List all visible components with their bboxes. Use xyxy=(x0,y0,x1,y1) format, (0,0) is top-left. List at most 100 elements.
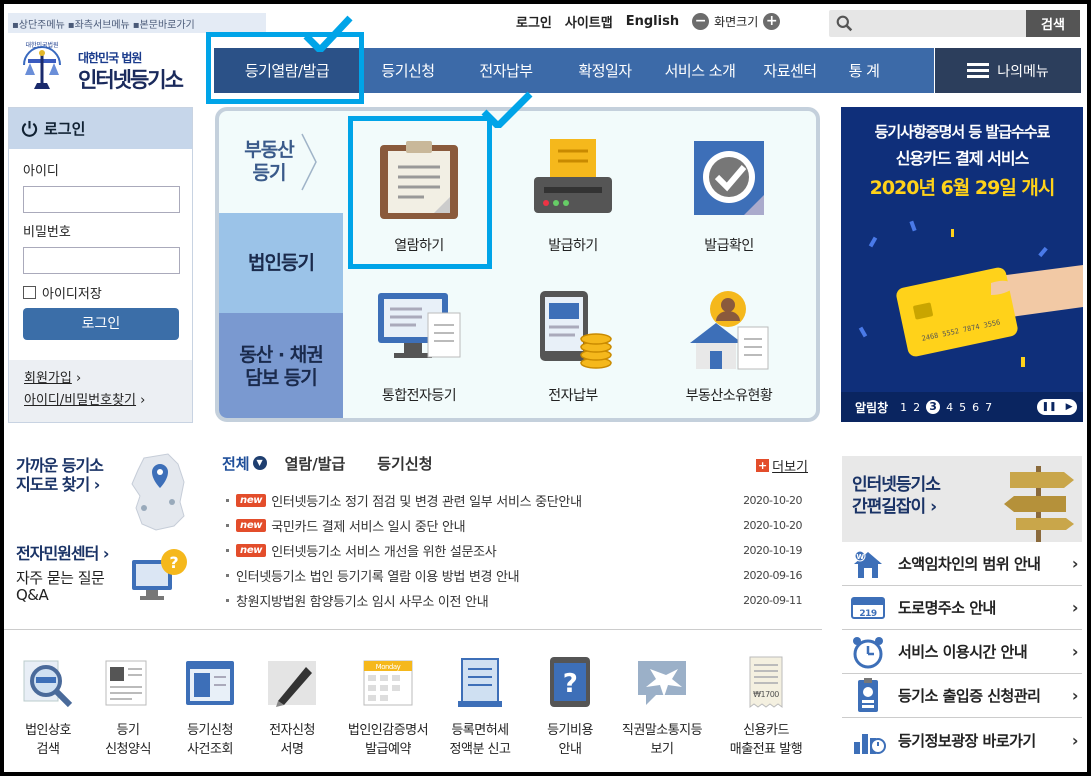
login-footer: 회원가입 › 아이디/비밀번호찾기 › xyxy=(9,360,192,422)
banner-page[interactable]: 1 xyxy=(900,401,907,414)
quick-row-small-tenant[interactable]: W 소액임차인의 범위 안내 › xyxy=(842,542,1082,586)
quick-row-registry-data-plaza[interactable]: 등기정보광장 바로가기 › xyxy=(842,718,1082,762)
road-sign-icon: 219 xyxy=(851,596,885,619)
tab-movable-collateral[interactable]: 동산 · 채권 담보 등기 xyxy=(219,313,343,418)
zoom-out-button[interactable]: − xyxy=(692,13,710,30)
quick-link-ex-officio-notice[interactable]: 직권말소통지등 보기 xyxy=(608,655,716,759)
quick-link-case-lookup[interactable]: 등기신청 사건조회 xyxy=(166,655,254,759)
tab-registration-apply[interactable]: 등기신청 xyxy=(377,453,432,474)
skip-links: ▪상단주메뉴 ▪좌측서브메뉴 ▪본문바로가기 xyxy=(8,13,266,33)
notice-item[interactable]: new 국민카드 결제 서비스 일시 중단 안내 2020-10-20 xyxy=(222,515,802,535)
skip-link-content[interactable]: ▪본문바로가기 xyxy=(133,16,195,31)
bullet-icon xyxy=(226,573,229,577)
printer-icon xyxy=(534,139,612,213)
service-integrated-e-registry[interactable]: 통합전자등기 xyxy=(359,287,479,405)
quick-link-seal-certificate-reservation[interactable]: Monday 법인인감증명서 발급예약 xyxy=(336,655,440,759)
login-button[interactable]: 로그인 xyxy=(23,308,179,340)
tab-real-estate[interactable]: 부동산 등기 xyxy=(219,111,343,213)
quick-link-corporate-name-search[interactable]: 법인상호 검색 xyxy=(4,655,92,759)
zoom-in-button[interactable]: + xyxy=(763,13,781,30)
nav-item-service-intro[interactable]: 서비스 소개 xyxy=(654,48,746,93)
banner-line3: 2020년 6월 29일 개시 xyxy=(869,177,1056,199)
nav-item-e-payment[interactable]: 전자납부 xyxy=(456,48,556,93)
banner-page[interactable]: 7 xyxy=(985,401,992,414)
skip-link-top-menu[interactable]: ▪상단주메뉴 xyxy=(12,16,65,31)
quick-row-road-address[interactable]: 219 도로명주소 안내 › xyxy=(842,586,1082,630)
banner-line2: 신용카드 결제 서비스 xyxy=(895,149,1030,168)
banner-page[interactable]: 2 xyxy=(913,401,920,414)
banner-page[interactable]: 4 xyxy=(946,401,953,414)
notice-item[interactable]: 인터넷등기소 법인 등기기록 열람 이용 방법 변경 안내 2020-09-16 xyxy=(222,565,802,585)
nav-item-resource-center[interactable]: 자료센터 xyxy=(746,48,834,93)
nearby-office-map-link[interactable]: 가까운 등기소 지도로 찾기 › xyxy=(16,456,104,494)
banner-page[interactable]: 6 xyxy=(972,401,979,414)
zoom-label: 화면크기 xyxy=(714,15,759,29)
more-link[interactable]: + 더보기 xyxy=(756,456,808,475)
browser-window-icon xyxy=(186,661,234,705)
promo-banner[interactable]: 등기사항증명서 등 발급수수료 신용카드 결제 서비스 2020년 6월 29일… xyxy=(841,107,1083,422)
new-badge: new xyxy=(236,543,267,557)
skip-link-side-menu[interactable]: ▪좌측서브메뉴 xyxy=(68,16,130,31)
service-property-ownership[interactable]: 부동산소유현황 xyxy=(669,287,789,405)
house-icon: W xyxy=(854,550,882,578)
site-logo[interactable]: 대한민국법원 대한민국 법원 인터넷등기소 xyxy=(10,37,210,99)
tab-all[interactable]: 전체 ▼ xyxy=(222,453,267,474)
tab-corporate[interactable]: 법인등기 xyxy=(219,213,343,313)
calendar-icon: Monday xyxy=(363,660,413,706)
quick-link-card-receipt[interactable]: ₩1700 신용카드 매출전표 발행 xyxy=(712,655,820,759)
hamburger-icon xyxy=(967,63,990,78)
seal-text: 대한민국법원 xyxy=(25,41,58,49)
quick-link-label: 법인상호 검색 xyxy=(25,723,71,757)
quick-link-label: 등록면허세 정액분 신고 xyxy=(449,723,511,757)
quick-row-service-hours[interactable]: 서비스 이용시간 안내 › xyxy=(842,630,1082,674)
search-button[interactable]: 검색 xyxy=(1026,10,1080,37)
sitemap-link[interactable]: 사이트맵 xyxy=(565,12,613,31)
quick-guide-box[interactable]: 인터넷등기소 간편길잡이 › xyxy=(842,456,1082,542)
banner-page-current[interactable]: 3 xyxy=(926,400,941,414)
quick-link-label: 직권말소통지등 보기 xyxy=(621,723,703,757)
login-link[interactable]: 로그인 xyxy=(516,12,552,31)
notice-date: 2020-09-11 xyxy=(743,593,802,607)
magnifier-icon xyxy=(23,660,73,708)
id-label: 아이디 xyxy=(23,164,59,179)
notice-date: 2020-10-20 xyxy=(743,518,802,532)
quick-row-access-pass[interactable]: 등기소 출입증 신청관리 › xyxy=(842,674,1082,718)
credit-card-illustration: 2468 5552 7874 3556 xyxy=(858,220,1083,367)
search-input[interactable] xyxy=(857,13,1017,34)
id-input[interactable] xyxy=(23,186,180,213)
e-civil-center-link[interactable]: 전자민원센터 › xyxy=(16,544,109,563)
nav-item-statistics[interactable]: 통 계 xyxy=(834,48,894,93)
quick-link-cost-guide[interactable]: ? 등기비용 안내 xyxy=(526,655,614,759)
quick-link-forms[interactable]: 등기 신청양식 xyxy=(84,655,172,759)
password-input[interactable] xyxy=(23,247,180,274)
chevron-right-icon: › xyxy=(1071,554,1079,573)
quick-row-label: 서비스 이용시간 안내 xyxy=(898,643,1028,661)
login-title: 로그인 xyxy=(44,120,86,138)
find-account-link[interactable]: 아이디/비밀번호찾기 xyxy=(24,393,136,408)
service-e-payment[interactable]: 전자납부 xyxy=(513,287,633,405)
notice-item[interactable]: new 인터넷등기소 정기 점검 및 변경 관련 일부 서비스 중단안내 2020-… xyxy=(222,490,802,510)
service-label: 발급확인 xyxy=(704,238,754,254)
save-id-checkbox[interactable]: 아이디저장 xyxy=(23,283,102,302)
road-sign-text: 219 xyxy=(859,609,877,619)
notice-date: 2020-10-19 xyxy=(743,543,802,557)
join-link[interactable]: 회원가입 xyxy=(24,371,72,386)
service-verify[interactable]: 발급확인 xyxy=(669,137,789,255)
notice-item[interactable]: new 인터넷등기소 서비스 개선을 위한 설문조사 2020-10-19 xyxy=(222,540,802,560)
service-panel: 부동산 등기 법인등기 동산 · 채권 담보 등기 열람하기 발급하기 발급확인… xyxy=(215,107,820,422)
my-menu-button[interactable]: 나의메뉴 xyxy=(935,48,1081,93)
quick-link-license-tax[interactable]: 등록면허세 정액분 신고 xyxy=(436,655,524,759)
notice-item[interactable]: 창원지방법원 함양등기소 임시 사무소 이전 안내 2020-09-11 xyxy=(222,590,802,610)
nav-item-fixed-date[interactable]: 확정일자 xyxy=(556,48,654,93)
nav-item-apply[interactable]: 등기신청 xyxy=(360,48,456,93)
quick-link-e-signature[interactable]: 전자신청 서명 xyxy=(248,655,336,759)
banner-page[interactable]: 5 xyxy=(959,401,966,414)
divider xyxy=(4,629,822,630)
next-icon[interactable]: ▶ xyxy=(1066,402,1073,412)
tab-view-issue[interactable]: 열람/발급 xyxy=(285,453,346,474)
service-issue[interactable]: 발급하기 xyxy=(513,137,633,255)
pause-icon[interactable]: ❚❚ xyxy=(1041,402,1056,412)
english-link[interactable]: English xyxy=(626,14,679,29)
help-tablet-icon: ? xyxy=(550,657,590,707)
faq-link[interactable]: 자주 묻는 질문 Q&A xyxy=(16,570,105,604)
